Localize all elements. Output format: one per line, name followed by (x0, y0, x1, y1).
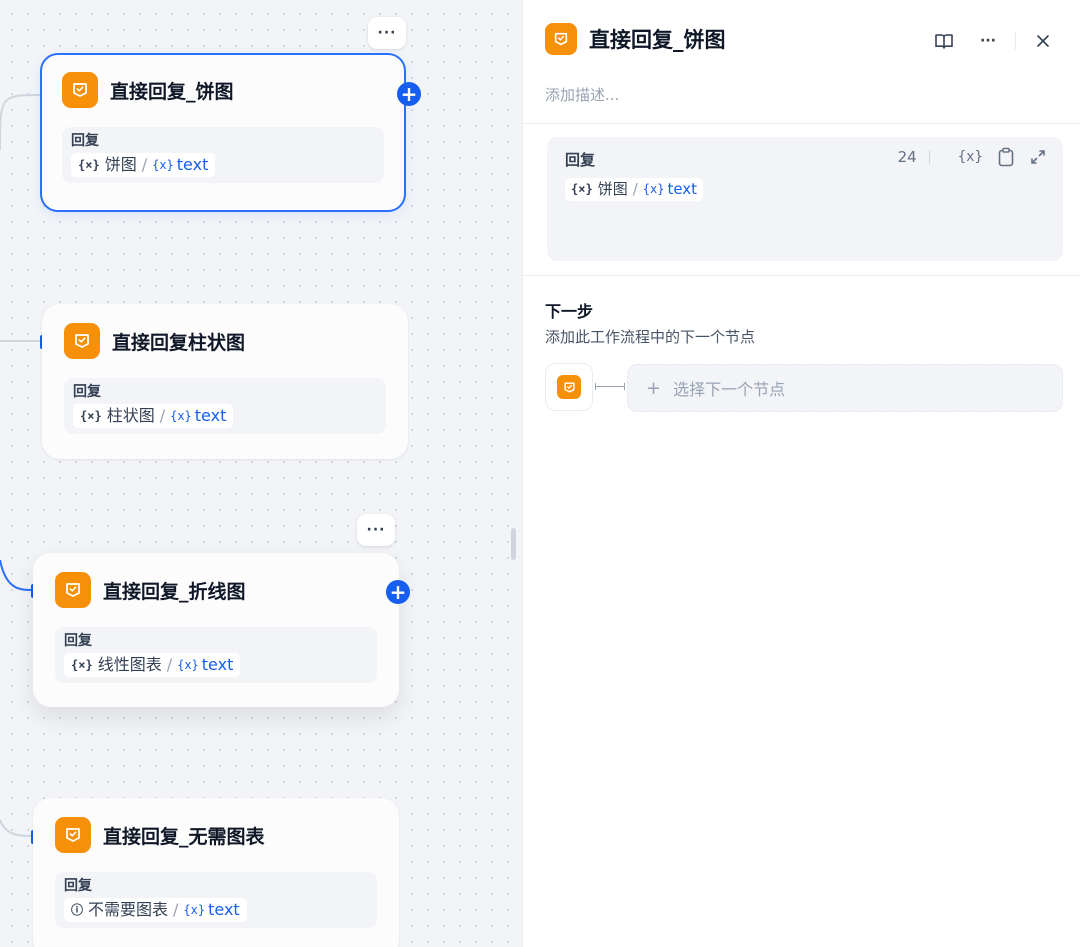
variable-node-name: 饼图 (597, 180, 628, 198)
variable-separator: / (632, 180, 638, 198)
panel-divider (523, 275, 1080, 276)
variable-node-name: 柱状图 (106, 406, 155, 425)
next-step-connector (595, 383, 625, 390)
variable-chip: ⓘ 不需要图表 / {x} text (64, 898, 247, 922)
output-variable-name: text (667, 180, 698, 198)
panel-resize-handle[interactable] (511, 528, 516, 560)
reply-field-label: 回复 (73, 384, 101, 400)
node-reply-bar[interactable]: 直接回复柱状图 回复 {×} 柱状图 / {x} text (42, 304, 408, 459)
current-node-icon (545, 363, 593, 411)
output-variable-icon: {x} (183, 903, 206, 917)
panel-toolbar: ··· (929, 26, 1058, 56)
answer-node-icon (55, 572, 91, 608)
workflow-canvas[interactable]: ··· 直接回复_饼图 回复 {×} 饼图 / {x} text + 直接回复柱… (0, 0, 522, 947)
variable-separator: / (166, 655, 173, 674)
reply-editor-toolbar: 24 {x} (898, 147, 1047, 167)
output-variable-name: text (176, 155, 209, 174)
panel-header: 直接回复_饼图 (545, 23, 726, 55)
char-count: 24 (897, 148, 917, 166)
variable-chip: {×} 线性图表 / {x} text (64, 653, 241, 677)
variable-icon: {×} (71, 658, 93, 672)
node-reply-field: 回复 ⓘ 不需要图表 / {x} text (55, 872, 377, 928)
node-header: 直接回复柱状图 (64, 322, 406, 360)
node-reply-field: 回复 {×} 线性图表 / {x} text (55, 627, 377, 683)
node-title: 直接回复_饼图 (110, 80, 234, 103)
variable-separator: / (159, 406, 166, 425)
info-icon: ⓘ (71, 903, 84, 917)
answer-node-icon (62, 72, 98, 108)
variable-separator: / (173, 900, 179, 919)
docs-button[interactable] (929, 26, 959, 56)
variable-node-name: 饼图 (104, 155, 137, 174)
expand-button[interactable] (1029, 148, 1047, 166)
node-reply-pie[interactable]: 直接回复_饼图 回复 {×} 饼图 / {x} text (40, 53, 406, 212)
plus-icon: + (400, 82, 418, 106)
variable-icon: {×} (80, 409, 102, 423)
variable-chip: {×} 柱状图 / {x} text (73, 404, 234, 428)
reply-field-label: 回复 (64, 633, 92, 649)
variable-chip: {×} 饼图 / {x} text (71, 153, 216, 177)
node-title: 直接回复_折线图 (103, 580, 246, 603)
node-more-button[interactable]: ··· (368, 17, 406, 49)
answer-node-icon (545, 23, 577, 55)
variable-node-name: 线性图表 (97, 655, 162, 674)
node-header: 直接回复_饼图 (62, 71, 404, 109)
description-input[interactable]: 添加描述... (545, 84, 619, 105)
node-settings-panel: 直接回复_饼图 ··· 添加描述... 回复 24 {x} {×} 饼图 / {… (522, 0, 1080, 947)
insert-variable-button[interactable]: {x} (958, 149, 983, 165)
toolbar-divider (928, 150, 930, 164)
node-reply-line[interactable]: 直接回复_折线图 回复 {×} 线性图表 / {x} text (33, 553, 399, 707)
node-title: 直接回复_无需图表 (103, 825, 265, 848)
next-step-title: 下一步 (545, 302, 594, 321)
answer-node-icon (64, 323, 100, 359)
output-variable-name: text (194, 406, 227, 425)
answer-node-icon (55, 817, 91, 853)
variable-separator: / (141, 155, 148, 174)
copy-button[interactable] (997, 147, 1015, 167)
add-next-node-button[interactable]: + (397, 82, 421, 106)
variable-chip: {×} 饼图 / {x} text (565, 178, 704, 201)
node-more-button[interactable]: ··· (357, 514, 395, 546)
close-icon (1037, 35, 1049, 47)
answer-node-icon (557, 375, 581, 399)
reply-field-label: 回复 (71, 133, 99, 149)
variable-node-name: 不需要图表 (88, 900, 169, 919)
output-variable-icon: {x} (642, 182, 665, 196)
reply-field-label: 回复 (64, 878, 92, 894)
more-icon: ··· (377, 25, 397, 41)
clipboard-icon (998, 147, 1014, 167)
panel-title[interactable]: 直接回复_饼图 (589, 24, 726, 54)
node-reply-field: 回复 {×} 饼图 / {x} text (62, 127, 384, 183)
output-variable-icon: {x} (170, 409, 192, 423)
plus-icon: + (389, 580, 407, 604)
reply-label: 回复 (565, 151, 596, 169)
node-header: 直接回复_无需图表 (55, 816, 397, 854)
node-reply-field: 回复 {×} 柱状图 / {x} text (64, 378, 386, 434)
variable-icon: {×} (571, 182, 593, 196)
select-next-node-button[interactable]: + 选择下一个节点 (627, 364, 1063, 412)
output-variable-name: text (208, 900, 240, 919)
select-next-node-label: 选择下一个节点 (673, 380, 786, 399)
variable-icon: {x} (957, 149, 983, 165)
add-next-node-button[interactable]: + (386, 580, 410, 604)
node-header: 直接回复_折线图 (55, 571, 397, 609)
toolbar-divider (1015, 32, 1016, 50)
more-icon: ··· (980, 33, 996, 49)
panel-more-button[interactable]: ··· (973, 26, 1003, 56)
plus-icon: + (646, 377, 662, 399)
more-icon: ··· (366, 522, 386, 538)
expand-icon (1031, 150, 1045, 164)
variable-icon: {×} (78, 158, 100, 172)
node-title: 直接回复柱状图 (112, 331, 246, 354)
output-variable-icon: {x} (177, 658, 199, 672)
next-step-description: 添加此工作流程中的下一个节点 (545, 328, 756, 346)
node-reply-no-chart[interactable]: 直接回复_无需图表 回复 ⓘ 不需要图表 / {x} text (33, 798, 399, 947)
book-icon (935, 34, 953, 49)
panel-divider (523, 123, 1080, 124)
output-variable-name: text (201, 655, 234, 674)
output-variable-icon: {x} (152, 158, 174, 172)
close-button[interactable] (1028, 26, 1058, 56)
reply-editor[interactable]: 回复 24 {x} {×} 饼图 / {x} text (547, 137, 1063, 261)
